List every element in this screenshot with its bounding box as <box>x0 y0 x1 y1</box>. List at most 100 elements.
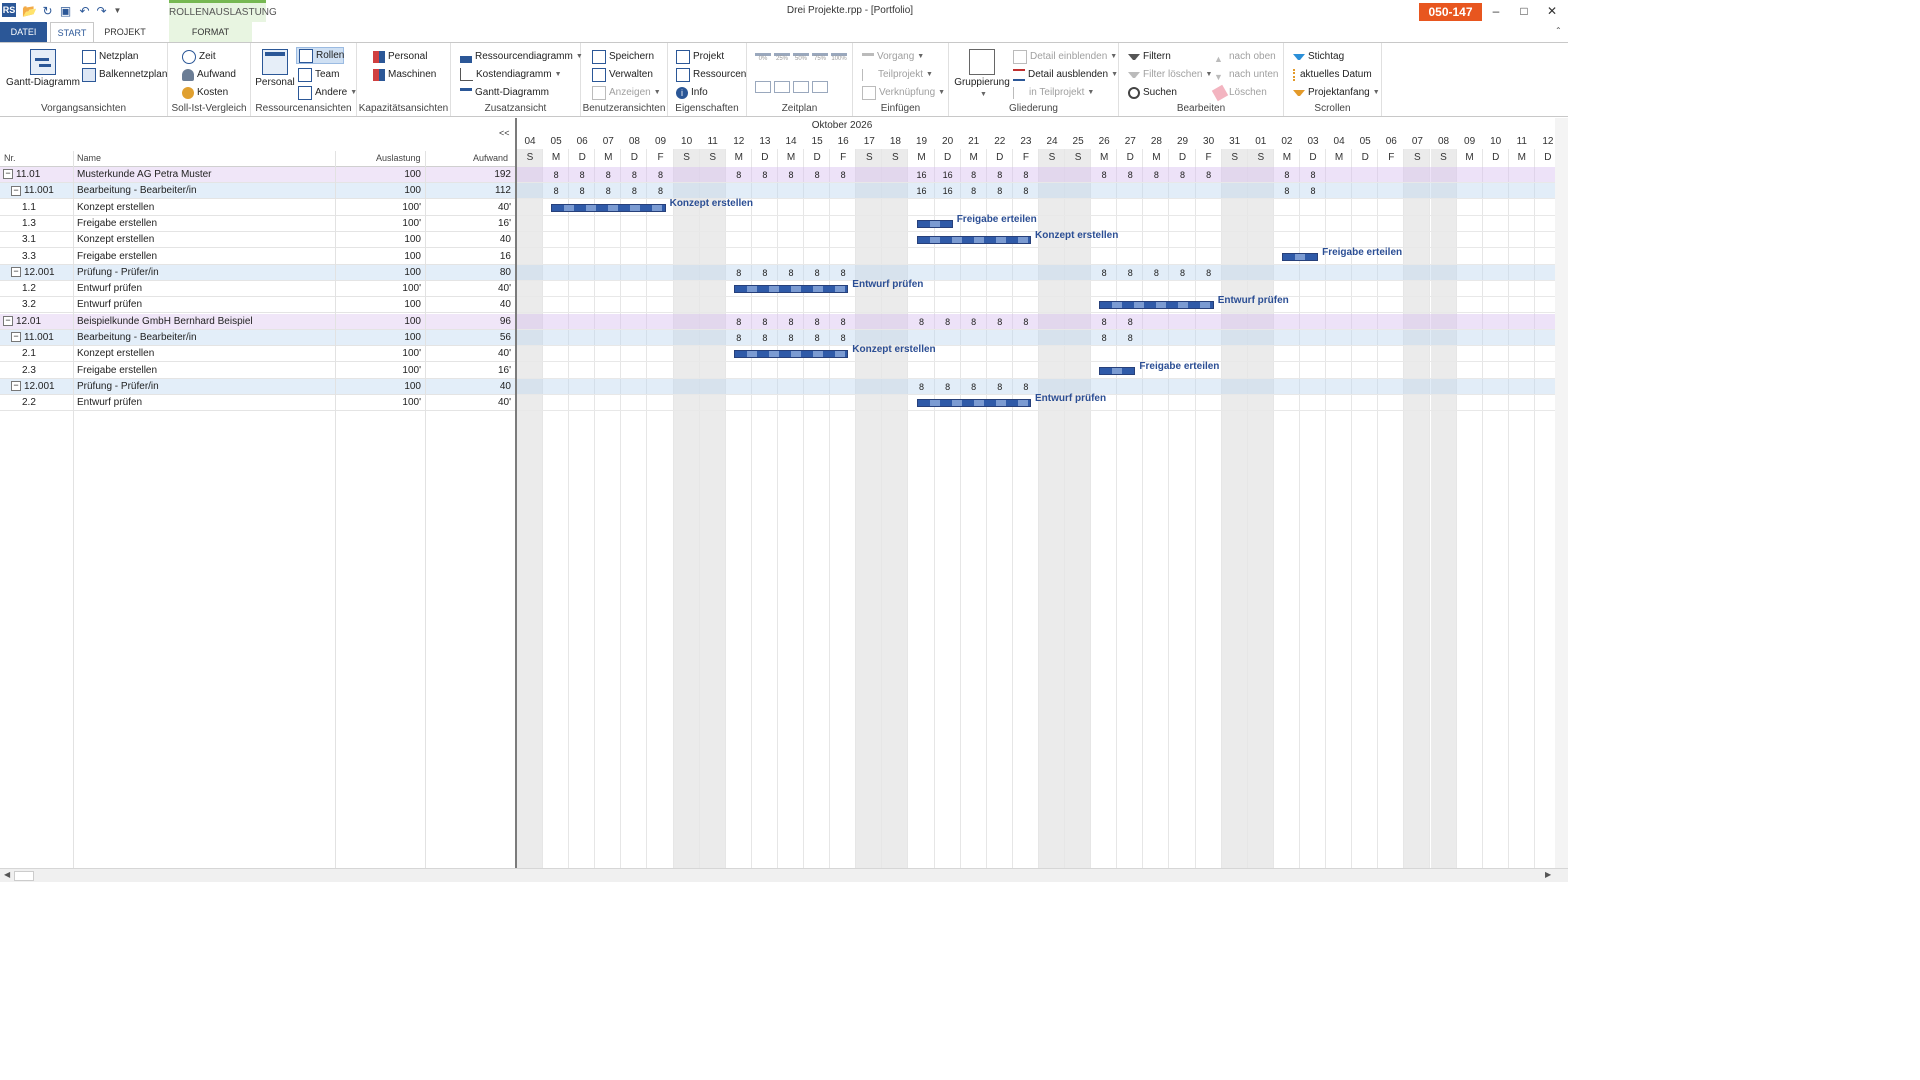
nach-unten-button[interactable]: ▼ nach unten <box>1214 66 1279 83</box>
table-row[interactable]: 2.3 Freigabe erstellen 100' 16' <box>0 363 515 379</box>
schedule-icon[interactable] <box>793 81 809 93</box>
collapse-toggle-icon[interactable]: − <box>11 381 21 392</box>
schedule-icon[interactable] <box>774 81 790 93</box>
horizontal-scrollbar[interactable]: ◀ ▶ <box>0 868 1568 882</box>
task-bar[interactable] <box>1099 301 1214 310</box>
gruppierung-dropdown[interactable]: Gruppierung ▼ <box>953 45 1011 99</box>
eigenschaften-ressourcen-button[interactable]: Ressourcen <box>676 66 746 83</box>
column-header-name[interactable]: Name <box>77 153 101 163</box>
progress-0-icon[interactable]: 0% <box>755 53 771 65</box>
tab-start[interactable]: START <box>50 22 94 42</box>
redo-icon[interactable]: ↷ <box>94 3 109 18</box>
table-row[interactable]: −11.001 Bearbeitung - Bearbeiter/in 100 56 <box>0 330 515 346</box>
collapse-toggle-icon[interactable]: − <box>3 316 13 327</box>
minimize-icon[interactable]: – <box>1486 3 1506 19</box>
team-button[interactable]: Team <box>298 66 339 83</box>
table-row[interactable]: −11.001 Bearbeitung - Bearbeiter/in 100 112 <box>0 183 515 200</box>
tab-format[interactable]: FORMAT <box>169 22 252 42</box>
collapse-toggle-icon[interactable]: − <box>11 185 21 196</box>
kosten-button[interactable]: Kosten <box>182 84 228 101</box>
kapazitaet-personal-button[interactable]: Personal <box>373 48 427 65</box>
task-bar[interactable] <box>916 399 1031 408</box>
table-row[interactable]: 3.3 Freigabe erstellen 100 16 <box>0 249 515 265</box>
nach-oben-button[interactable]: ▲ nach oben <box>1214 48 1276 65</box>
schedule-icon[interactable] <box>812 81 828 93</box>
scroll-thumb[interactable] <box>14 871 34 881</box>
eigenschaften-projekt-button[interactable]: Projekt <box>676 48 724 65</box>
ressourcendiagramm-dropdown[interactable]: Ressourcendiagramm ▼ <box>460 48 583 65</box>
verknuepfung-dropdown[interactable]: Verknüpfung ▼ <box>862 84 945 101</box>
table-row[interactable]: 1.2 Entwurf prüfen 100' 40' <box>0 281 515 298</box>
column-header-auslastung[interactable]: Auslastung <box>376 153 421 163</box>
tab-datei[interactable]: DATEI <box>0 22 47 42</box>
ansicht-anzeigen-dropdown[interactable]: Anzeigen ▼ <box>592 84 661 101</box>
customize-quick-access-icon[interactable]: ▼ <box>110 3 125 18</box>
task-bar[interactable] <box>733 285 849 294</box>
table-row[interactable]: −12.001 Prüfung - Prüfer/in 100 40 <box>0 378 515 395</box>
task-bar[interactable] <box>1281 252 1319 261</box>
schedule-icon[interactable] <box>755 81 771 93</box>
task-bar[interactable] <box>733 350 849 359</box>
suchen-button[interactable]: Suchen <box>1128 84 1177 101</box>
zeit-button[interactable]: Zeit <box>182 48 216 65</box>
filter-loeschen-dropdown[interactable]: Filter löschen ▼ <box>1128 66 1212 83</box>
table-row[interactable]: 1.3 Freigabe erstellen 100' 16' <box>0 216 515 232</box>
table-row[interactable]: 3.1 Konzept erstellen 100 40 <box>0 232 515 249</box>
task-bar[interactable] <box>1099 366 1136 375</box>
save-icon[interactable]: ▣ <box>58 3 73 18</box>
gantt-diagramm-button[interactable]: Gantt-Diagramm <box>6 45 80 88</box>
rollen-button[interactable]: Rollen <box>296 47 344 64</box>
balkennetzplan-button[interactable]: Balkennetzplan <box>82 66 167 83</box>
task-bar[interactable] <box>916 219 953 228</box>
kostendiagramm-dropdown[interactable]: Kostendiagramm ▼ <box>460 66 562 83</box>
table-row[interactable]: −11.01 Musterkunde AG Petra Muster 100 192 <box>0 167 515 183</box>
progress-25-icon[interactable]: 25% <box>774 53 790 65</box>
progress-75-icon[interactable]: 75% <box>812 53 828 65</box>
loeschen-button[interactable]: Löschen <box>1211 84 1267 101</box>
andere-dropdown[interactable]: Andere ▼ <box>298 84 357 101</box>
ansicht-speichern-button[interactable]: Speichern <box>592 48 654 65</box>
task-bar[interactable] <box>916 236 1031 245</box>
task-bar[interactable] <box>551 203 666 212</box>
collapse-toggle-icon[interactable]: − <box>3 169 13 180</box>
aufwand-button[interactable]: Aufwand <box>182 66 236 83</box>
refresh-icon[interactable]: ↻ <box>40 3 55 18</box>
kapazitaet-maschinen-button[interactable]: Maschinen <box>373 66 436 83</box>
vorgang-dropdown[interactable]: Vorgang ▼ <box>862 48 924 65</box>
table-row[interactable]: 2.2 Entwurf prüfen 100' 40' <box>0 395 515 412</box>
zusatz-gantt-button[interactable]: Gantt-Diagramm <box>460 84 549 101</box>
table-row[interactable]: 2.1 Konzept erstellen 100' 40' <box>0 346 515 363</box>
personal-view-button[interactable]: Personal <box>255 45 295 88</box>
maximize-icon[interactable]: □ <box>1514 3 1534 19</box>
close-icon[interactable]: ✕ <box>1542 3 1562 19</box>
open-folder-icon[interactable]: 📂 <box>22 3 37 18</box>
scroll-left-icon[interactable]: ◀ <box>4 870 10 879</box>
info-button[interactable]: i Info <box>676 84 708 101</box>
collapse-ribbon-icon[interactable]: ⌃ <box>1555 26 1562 35</box>
aktuelles-datum-button[interactable]: aktuelles Datum <box>1293 66 1372 83</box>
table-row[interactable]: 3.2 Entwurf prüfen 100 40 <box>0 297 515 314</box>
teilprojekt-dropdown[interactable]: Teilprojekt ▼ <box>862 66 933 83</box>
projektanfang-dropdown[interactable]: Projektanfang ▼ <box>1293 84 1380 101</box>
detail-einblenden-dropdown[interactable]: Detail einblenden ▼ <box>1013 48 1117 65</box>
column-header-aufwand[interactable]: Aufwand <box>473 153 508 163</box>
collapse-toggle-icon[interactable]: − <box>11 332 21 343</box>
collapse-table-button[interactable]: << <box>499 128 510 138</box>
ansicht-verwalten-button[interactable]: Verwalten <box>592 66 653 83</box>
table-row[interactable]: 1.1 Konzept erstellen 100' 40' <box>0 200 515 216</box>
collapse-toggle-icon[interactable]: − <box>11 267 21 278</box>
table-row[interactable]: −12.001 Prüfung - Prüfer/in 100 80 <box>0 264 515 281</box>
scroll-right-icon[interactable]: ▶ <box>1545 870 1551 879</box>
column-header-nr[interactable]: Nr. <box>4 153 16 163</box>
detail-ausblenden-dropdown[interactable]: Detail ausblenden ▼ <box>1013 66 1118 83</box>
vertical-scrollbar[interactable] <box>1555 118 1568 868</box>
undo-icon[interactable]: ↶ <box>77 3 92 18</box>
progress-100-icon[interactable]: 100% <box>831 53 847 65</box>
netzplan-button[interactable]: Netzplan <box>82 48 138 65</box>
tab-projekt[interactable]: PROJEKT <box>97 22 153 42</box>
filtern-button[interactable]: Filtern <box>1128 48 1171 65</box>
stichtag-button[interactable]: Stichtag <box>1293 48 1344 65</box>
table-row[interactable]: −12.01 Beispielkunde GmbH Bernhard Beispi… <box>0 313 515 330</box>
progress-50-icon[interactable]: 50% <box>793 53 809 65</box>
in-teilprojekt-dropdown[interactable]: in Teilprojekt ▼ <box>1013 84 1094 101</box>
